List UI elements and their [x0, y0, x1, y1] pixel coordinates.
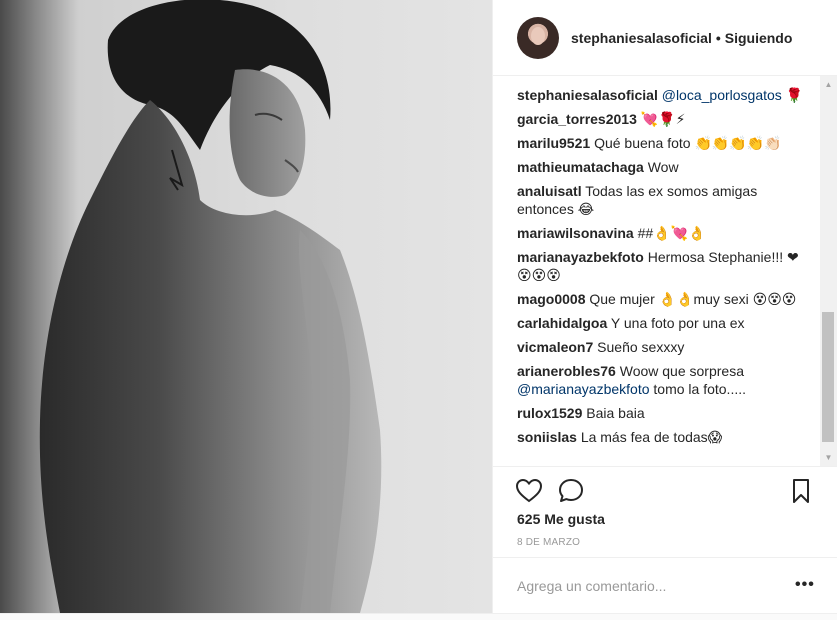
photo-image: [39, 0, 382, 613]
header-text: stephaniesalasoficial • Siguiendo: [571, 30, 792, 46]
comment-bar: •••: [493, 557, 837, 613]
comments-list: stephaniesalasoficial @loca_porlosgatos …: [517, 82, 807, 460]
comment-username[interactable]: soniislas: [517, 429, 577, 445]
post-photo[interactable]: [0, 0, 492, 613]
likes-count[interactable]: 625 Me gusta: [517, 511, 605, 527]
comment-username[interactable]: mariawilsonavina: [517, 225, 634, 241]
comment-item: analuisatl Todas las ex somos amigas ent…: [517, 182, 807, 218]
follow-status-button[interactable]: Siguiendo: [725, 30, 793, 46]
comment-text: Sueño sexxxy: [597, 339, 685, 355]
comment-text: Woow que sorpresa: [619, 363, 744, 379]
comment-item: soniislas La más fea de todas😱: [517, 428, 807, 446]
comment-username[interactable]: stephaniesalasoficial: [517, 87, 658, 103]
bottom-strip: [0, 613, 837, 620]
comment-username[interactable]: mathieumatachaga: [517, 159, 644, 175]
username-link[interactable]: stephaniesalasoficial: [571, 30, 712, 46]
comment-item: carlahidalgoa Y una foto por una ex: [517, 314, 807, 332]
comment-item: mathieumatachaga Wow: [517, 158, 807, 176]
comment-username[interactable]: vicmaleon7: [517, 339, 593, 355]
comment-username[interactable]: marianayazbekfoto: [517, 249, 644, 265]
comment-text: Baia baia: [586, 405, 645, 421]
comment-item: arianerobles76 Woow que sorpresa @marian…: [517, 362, 807, 398]
scroll-down-arrow-icon[interactable]: ▼: [820, 449, 837, 466]
more-options-icon[interactable]: •••: [795, 576, 815, 594]
comment-text: La más fea de todas😱: [580, 429, 723, 445]
comment-text: 🌹: [781, 87, 804, 103]
comment-mention[interactable]: @loca_porlosgatos: [662, 87, 782, 103]
comments-scrollbar[interactable]: ▲ ▼: [820, 76, 837, 466]
comment-icon[interactable]: [557, 477, 585, 505]
comment-text: Qué buena foto 👏👏👏👏👏🏻: [594, 135, 782, 151]
comment-item: marianayazbekfoto Hermosa Stephanie!!! ❤…: [517, 248, 807, 284]
comment-item: marilu9521 Qué buena foto 👏👏👏👏👏🏻: [517, 134, 807, 152]
comment-text: Y una foto por una ex: [610, 315, 745, 331]
comment-item: stephaniesalasoficial @loca_porlosgatos …: [517, 86, 807, 104]
comment-username[interactable]: garcia_torres2013: [517, 111, 637, 127]
comment-item: mago0008 Que mujer 👌👌muy sexi 😵😵😵: [517, 290, 807, 308]
post-date: 8 DE MARZO: [517, 537, 581, 548]
comment-username[interactable]: analuisatl: [517, 183, 582, 199]
comment-username[interactable]: arianerobles76: [517, 363, 616, 379]
comment-input[interactable]: [517, 574, 767, 598]
bookmark-icon[interactable]: [787, 477, 815, 505]
comment-item: rulox1529 Baia baia: [517, 404, 807, 422]
comment-text: Que mujer 👌👌muy sexi 😵😵😵: [589, 291, 797, 307]
separator-dot: •: [715, 29, 721, 46]
comment-text: 💘🌹⚡: [640, 111, 686, 127]
post-header: stephaniesalasoficial • Siguiendo: [493, 0, 837, 76]
comment-mention[interactable]: @marianayazbekfoto: [517, 381, 650, 397]
avatar[interactable]: [517, 16, 559, 59]
scroll-up-arrow-icon[interactable]: ▲: [820, 76, 837, 93]
comment-username[interactable]: marilu9521: [517, 135, 590, 151]
comment-text: tomo la foto.....: [649, 381, 747, 397]
comment-item: vicmaleon7 Sueño sexxxy: [517, 338, 807, 356]
scroll-thumb[interactable]: [822, 312, 834, 442]
post-details-panel: stephaniesalasoficial • Siguiendo stephani…: [492, 0, 837, 613]
comment-text: Wow: [647, 159, 679, 175]
comment-username[interactable]: mago0008: [517, 291, 585, 307]
heart-icon[interactable]: [515, 477, 543, 505]
comment-text: ##👌💘👌: [637, 225, 706, 241]
comment-item: garcia_torres2013 💘🌹⚡: [517, 110, 807, 128]
action-bar: [493, 466, 837, 512]
comment-username[interactable]: rulox1529: [517, 405, 582, 421]
comment-item: mariawilsonavina ##👌💘👌: [517, 224, 807, 242]
comment-username[interactable]: carlahidalgoa: [517, 315, 607, 331]
